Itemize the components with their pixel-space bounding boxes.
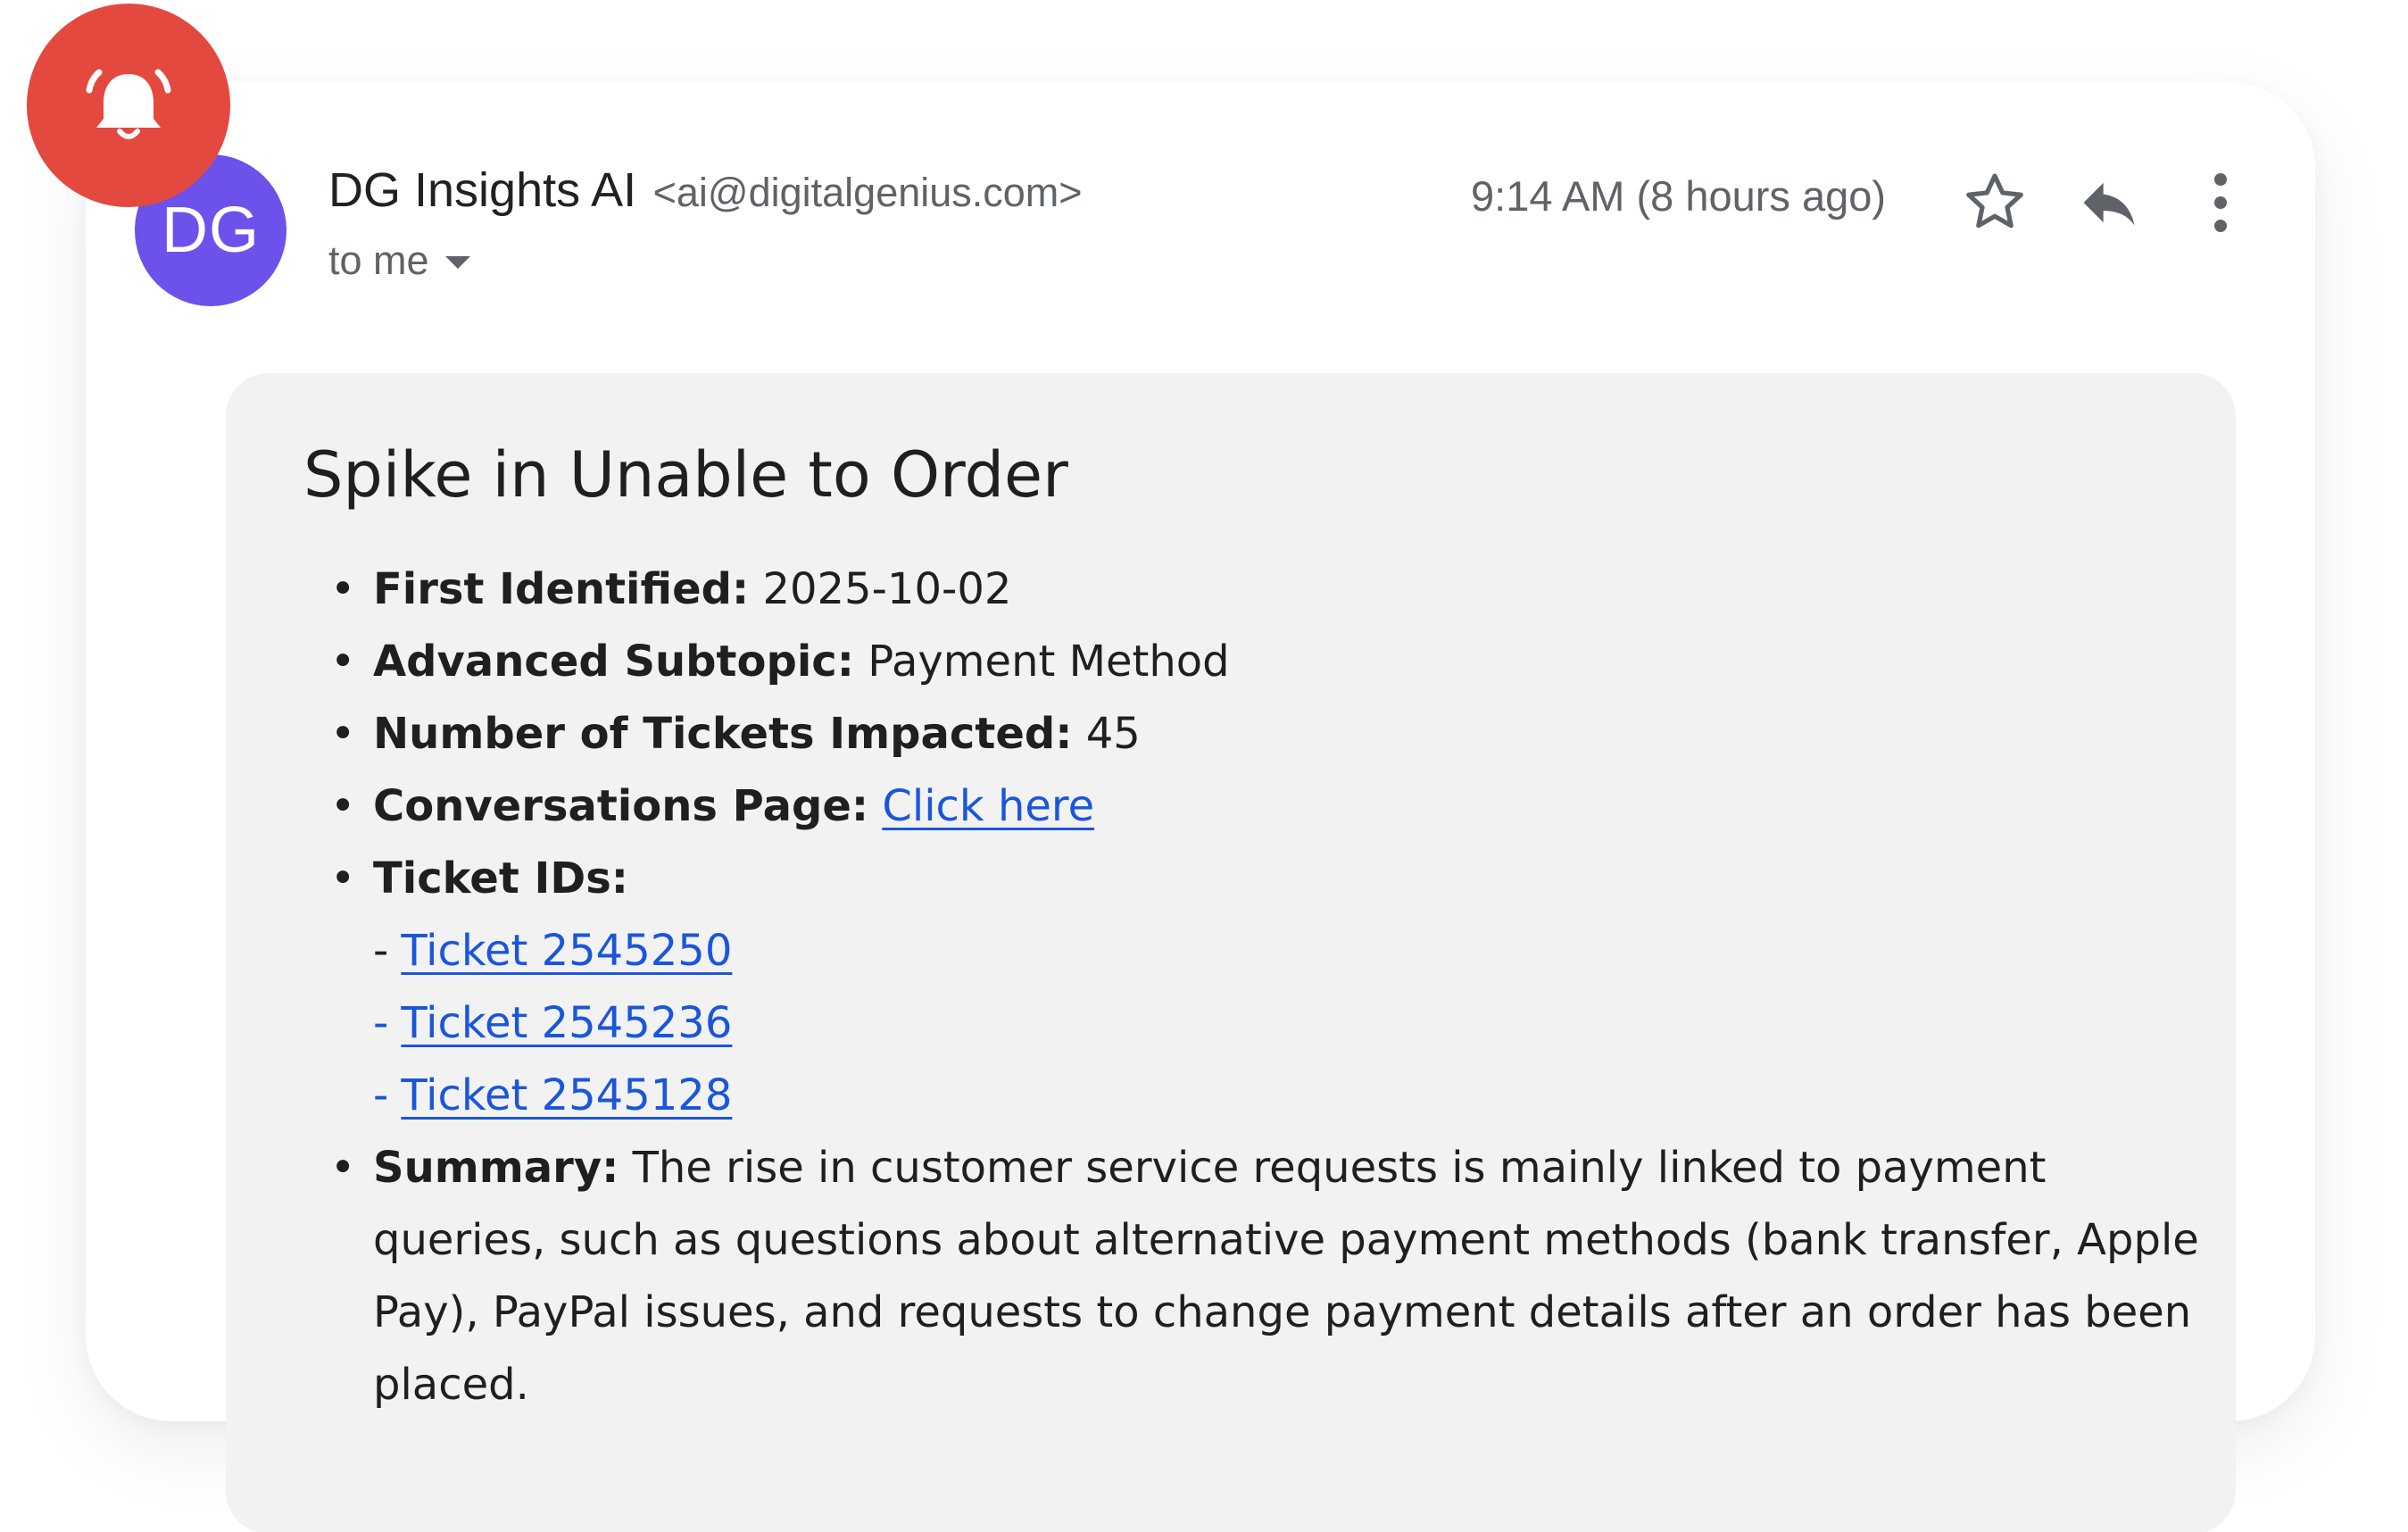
detail-conversations-page: • Conversations Page: Click here <box>303 770 2213 843</box>
ticket-dash: - <box>373 998 389 1048</box>
tickets-impacted-value: 45 <box>1085 709 1141 759</box>
star-button[interactable] <box>1955 162 2035 243</box>
details-list: • First Identified: 2025-10-02 • Advance… <box>303 554 2213 1421</box>
detail-tickets-impacted: • Number of Tickets Impacted: 45 <box>303 698 2213 770</box>
detail-summary: • Summary: The rise in customer service … <box>303 1132 2213 1421</box>
summary-label: Summary: <box>373 1143 619 1193</box>
ticket-row: - Ticket 2545250 <box>373 915 2213 987</box>
message-title: Spike in Unable to Order <box>303 438 1068 512</box>
summary-text: The rise in customer service requests is… <box>373 1143 2199 1410</box>
subtopic-label: Advanced Subtopic: <box>373 637 854 687</box>
avatar-initials: DG <box>162 195 260 266</box>
first-identified-label: First Identified: <box>373 564 750 614</box>
bell-icon <box>86 69 171 139</box>
detail-ticket-ids: • Ticket IDs: - Ticket 2545250 - Ticket 25… <box>303 843 2213 1132</box>
bullet: • <box>330 853 356 903</box>
sender-email: <ai@digitalgenius.com> <box>652 170 1083 215</box>
more-vertical-icon <box>2214 173 2227 232</box>
sender-line: DG Insights AI <ai@digitalgenius.com> <box>328 162 1083 218</box>
bullet: • <box>330 709 356 759</box>
ticket-link-2545236[interactable]: Ticket 2545236 <box>401 998 732 1048</box>
ticket-row: - Ticket 2545236 <box>373 987 2213 1060</box>
bullet: • <box>330 564 356 614</box>
ticket-dash: - <box>373 926 389 976</box>
ticket-ids-label: Ticket IDs: <box>373 853 628 903</box>
timestamp: 9:14 AM (8 hours ago) <box>1471 172 1887 220</box>
reply-button[interactable] <box>2069 162 2149 243</box>
tickets-impacted-label: Number of Tickets Impacted: <box>373 709 1073 759</box>
more-options-button[interactable] <box>2185 162 2256 243</box>
message-content: Spike in Unable to Order • First Identif… <box>303 430 2213 1421</box>
first-identified-value: 2025-10-02 <box>762 564 1012 614</box>
conversations-link[interactable]: Click here <box>882 781 1094 831</box>
bullet: • <box>330 781 356 831</box>
bullet: • <box>330 1143 356 1193</box>
reply-icon <box>2083 182 2135 226</box>
recipient-label: to me <box>328 237 429 283</box>
ticket-link-2545128[interactable]: Ticket 2545128 <box>401 1070 732 1120</box>
conversations-label: Conversations Page: <box>373 781 869 831</box>
page: DG DG Insights AI <ai@digitalgenius.com>… <box>0 0 2408 1532</box>
detail-subtopic: • Advanced Subtopic: Payment Method <box>303 626 2213 698</box>
ticket-link-2545250[interactable]: Ticket 2545250 <box>401 926 732 976</box>
chevron-down-icon <box>444 256 470 269</box>
alert-badge <box>27 4 230 207</box>
recipient-dropdown[interactable]: to me <box>328 237 470 284</box>
ticket-row: - Ticket 2545128 <box>373 1060 2213 1132</box>
sender-name[interactable]: DG Insights AI <box>328 163 636 217</box>
subtopic-value: Payment Method <box>868 637 1230 687</box>
star-outline-icon <box>1966 173 2023 229</box>
ticket-dash: - <box>373 1070 389 1120</box>
bullet: • <box>330 637 356 687</box>
detail-first-identified: • First Identified: 2025-10-02 <box>303 554 2213 626</box>
